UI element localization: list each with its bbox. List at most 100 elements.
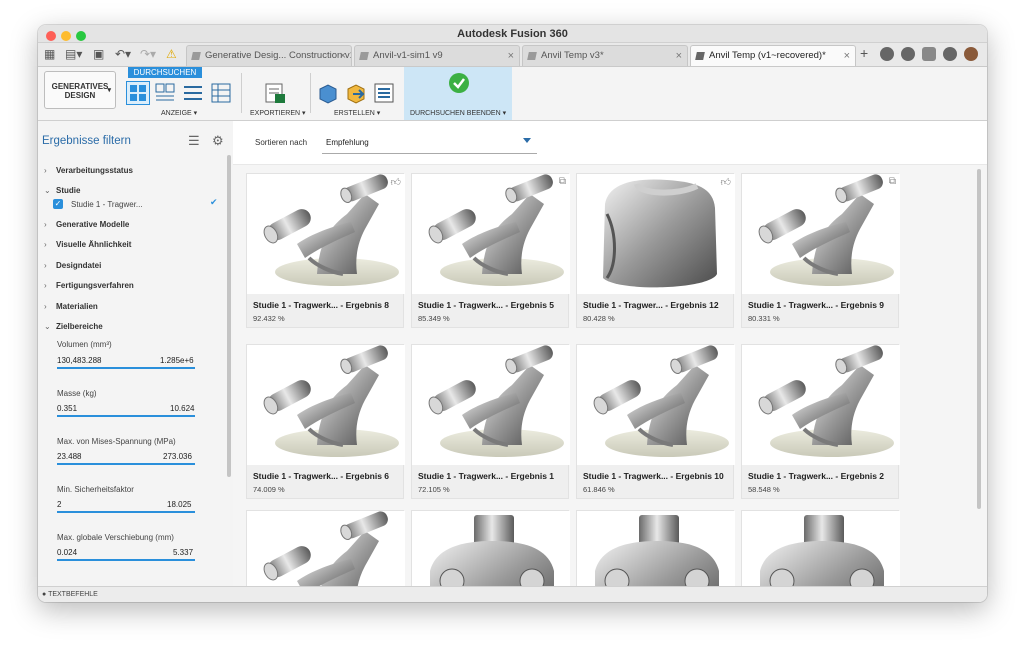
- result-thumbnail[interactable]: [412, 511, 570, 587]
- filter-designdatei[interactable]: › Designdatei: [44, 261, 101, 270]
- result-thumbnail[interactable]: [577, 511, 735, 587]
- thumbs-up-icon[interactable]: ⧉: [559, 176, 566, 187]
- results-scrollbar[interactable]: [977, 169, 981, 509]
- filter-studie[interactable]: ⌄ Studie: [44, 186, 80, 195]
- warning-icon[interactable]: ⚠: [166, 47, 177, 61]
- extensions-icon[interactable]: [880, 47, 894, 61]
- undo-icon[interactable]: ↶▾: [115, 47, 131, 61]
- result-card[interactable]: [411, 510, 570, 587]
- range-max-value[interactable]: 273.036: [163, 452, 192, 461]
- export-excel-icon[interactable]: [264, 82, 286, 104]
- range-min-value[interactable]: 130,483.288: [57, 356, 102, 365]
- result-card[interactable]: Studie 1 - Tragwerk... - Ergebnis 2 58.5…: [741, 344, 900, 499]
- chevron-right-icon: ›: [44, 220, 47, 229]
- result-name: Studie 1 - Tragwerk... - Ergebnis 1: [418, 471, 555, 481]
- result-card[interactable]: 👍︎ Studie 1 - Tragwerk... - Ergebnis 8 9…: [246, 173, 405, 328]
- grid-view-icon[interactable]: [126, 81, 150, 105]
- range-max-value[interactable]: 10.624: [170, 404, 194, 413]
- result-card[interactable]: ⧉ Studie 1 - Tragwerk... - Ergebnis 5 85…: [411, 173, 570, 328]
- tab-durchsuchen[interactable]: DURCHSUCHEN: [128, 67, 202, 78]
- redo-icon[interactable]: ↷▾: [140, 47, 156, 61]
- result-thumbnail[interactable]: 👍︎: [247, 174, 405, 294]
- new-tab-icon[interactable]: +: [860, 45, 868, 61]
- close-tab-icon[interactable]: ×: [508, 46, 514, 66]
- maximize-window-button[interactable]: [76, 31, 86, 41]
- tab-label: Generative Desig... Construction v1: [205, 50, 352, 61]
- result-thumbnail[interactable]: [577, 345, 735, 465]
- create-export-icon[interactable]: [345, 82, 367, 104]
- save-icon[interactable]: ▣: [93, 47, 104, 61]
- range-min-value[interactable]: 0.024: [57, 548, 77, 557]
- close-tab-icon[interactable]: ×: [676, 46, 682, 66]
- range-slider-masse[interactable]: [57, 415, 195, 417]
- range-slider-sicherheitsfaktor[interactable]: [57, 511, 195, 513]
- range-slider-verschiebung[interactable]: [57, 559, 195, 561]
- filter-fertigungsverfahren[interactable]: › Fertigungsverfahren: [44, 281, 134, 290]
- avatar[interactable]: [964, 47, 978, 61]
- result-thumbnail[interactable]: [412, 345, 570, 465]
- list-view-icon[interactable]: [182, 82, 204, 104]
- gear-icon[interactable]: ⚙: [212, 133, 224, 149]
- tile-view-icon[interactable]: [154, 82, 176, 104]
- app-grid-icon[interactable]: ▦: [44, 47, 55, 61]
- tab-anvil-sim[interactable]: Anvil-v1-sim1 v9 ×: [354, 45, 520, 66]
- table-view-icon[interactable]: [210, 82, 232, 104]
- sort-dropdown[interactable]: Empfehlung: [322, 129, 537, 154]
- close-window-button[interactable]: [46, 31, 56, 41]
- result-card[interactable]: [741, 510, 900, 587]
- result-card[interactable]: Studie 1 - Tragwerk... - Ergebnis 1 72.1…: [411, 344, 570, 499]
- create-design-icon[interactable]: [317, 82, 339, 104]
- filter-sliders-icon[interactable]: ☰: [188, 133, 200, 149]
- result-thumbnail[interactable]: [742, 511, 900, 587]
- sort-value: Empfehlung: [326, 138, 369, 147]
- help-icon[interactable]: [943, 47, 957, 61]
- range-max-value[interactable]: 18.025: [167, 500, 191, 509]
- notifications-icon[interactable]: [922, 47, 936, 61]
- anzeige-group-label[interactable]: ANZEIGE ▾: [161, 109, 197, 117]
- range-min-value[interactable]: 0.351: [57, 404, 77, 413]
- result-card[interactable]: Studie 1 - Tragwerk... - Ergebnis 6 74.0…: [246, 344, 405, 499]
- close-tab-icon[interactable]: ×: [844, 46, 850, 66]
- result-thumbnail[interactable]: [247, 345, 405, 465]
- tab-anvil-temp-v3[interactable]: Anvil Temp v3* ×: [522, 45, 688, 66]
- result-card[interactable]: ⧉ Studie 1 - Tragwerk... - Ergebnis 9 80…: [741, 173, 900, 328]
- result-thumbnail[interactable]: [742, 345, 900, 465]
- result-card[interactable]: 👍︎ Studie 1 - Tragwer... - Ergebnis 12 8…: [576, 173, 735, 328]
- range-max-value[interactable]: 1.285e+6: [160, 356, 194, 365]
- thumbs-up-icon[interactable]: 👍︎: [721, 176, 731, 188]
- result-thumbnail[interactable]: 👍︎: [577, 174, 735, 294]
- finish-explore-button[interactable]: DURCHSUCHEN BEENDEN ▾: [404, 67, 512, 120]
- file-menu-icon[interactable]: ▤▾: [65, 47, 82, 61]
- close-tab-icon[interactable]: ×: [340, 46, 346, 66]
- range-slider-spannung[interactable]: [57, 463, 195, 465]
- exportieren-group-label[interactable]: EXPORTIEREN ▾: [250, 109, 306, 117]
- result-card[interactable]: [576, 510, 735, 587]
- sidebar-scrollbar[interactable]: [227, 155, 231, 477]
- filter-materialien[interactable]: › Materialien: [44, 302, 98, 311]
- thumbs-up-icon[interactable]: 👍︎: [391, 176, 401, 188]
- range-max-value[interactable]: 5.337: [173, 548, 193, 557]
- minimize-window-button[interactable]: [61, 31, 71, 41]
- result-thumbnail[interactable]: [247, 511, 405, 587]
- workspace-switcher[interactable]: GENERATIVES DESIGN ▾: [44, 71, 116, 109]
- result-card[interactable]: Studie 1 - Tragwerk... - Ergebnis 10 61.…: [576, 344, 735, 499]
- thumbs-up-icon[interactable]: ⧉: [889, 176, 896, 187]
- category-label: Fertigungsverfahren: [56, 281, 134, 290]
- filter-verarbeitungsstatus[interactable]: › Verarbeitungsstatus: [44, 166, 133, 175]
- tab-generative-design[interactable]: Generative Desig... Construction v1 ×: [186, 45, 352, 66]
- range-slider-volumen[interactable]: [57, 367, 195, 369]
- filter-visuelle-aehnlichkeit[interactable]: › Visuelle Ähnlichkeit: [44, 240, 131, 249]
- range-min-value[interactable]: 2: [57, 500, 61, 509]
- erstellen-group-label[interactable]: ERSTELLEN ▾: [334, 109, 380, 117]
- result-thumbnail[interactable]: ⧉: [412, 174, 570, 294]
- tab-anvil-temp-recovered[interactable]: Anvil Temp (v1~recovered)* ×: [690, 45, 856, 66]
- result-thumbnail[interactable]: ⧉: [742, 174, 900, 294]
- create-list-icon[interactable]: [373, 82, 395, 104]
- text-commands-bar[interactable]: ● TEXTBEFEHLE: [38, 586, 987, 602]
- job-status-icon[interactable]: [901, 47, 915, 61]
- filter-generative-modelle[interactable]: › Generative Modelle: [44, 220, 129, 229]
- range-min-value[interactable]: 23.488: [57, 452, 81, 461]
- filter-zielbereiche[interactable]: ⌄ Zielbereiche: [44, 322, 103, 331]
- result-card[interactable]: [246, 510, 405, 587]
- studie-checkbox[interactable]: ✓: [53, 199, 63, 209]
